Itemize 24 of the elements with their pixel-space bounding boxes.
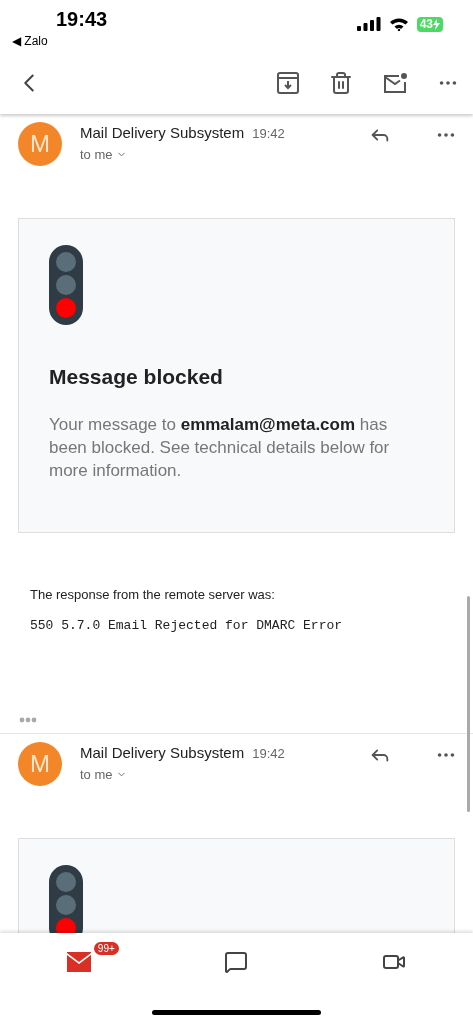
recipient-toggle[interactable]: to me (80, 147, 351, 162)
response-label: The response from the remote server was: (30, 587, 276, 602)
sender-name: Mail Delivery Subsystem (80, 124, 245, 141)
mail-icon (66, 952, 91, 972)
notice-title: Message blocked (49, 365, 224, 389)
wifi-icon (388, 17, 409, 31)
mail-unread-icon[interactable] (383, 72, 407, 94)
count-badge: 99+ (91, 940, 121, 957)
response-code: 550 5.7.0 Email Rejected for DMARC Error (30, 618, 344, 633)
message-time: 19:42 (252, 746, 285, 761)
recipient-toggle[interactable]: to me (80, 767, 351, 782)
back-to-app-link[interactable]: ◀ Zalo (12, 34, 108, 48)
notice-text: Your message to emmalam@meta.com has been blocked. See technical details below for more information. (49, 414, 391, 482)
signal-icon (356, 17, 381, 31)
status-time: 19:43 (56, 8, 108, 31)
avatar: M (18, 742, 62, 786)
chat-icon (224, 950, 249, 974)
battery-indicator: 43 (416, 16, 443, 32)
delete-icon[interactable] (329, 71, 353, 95)
expand-dots-icon[interactable] (19, 717, 37, 723)
archive-icon[interactable] (277, 72, 299, 94)
sender-name: Mail Delivery Subsystem (80, 744, 245, 761)
message-time: 19:42 (252, 126, 285, 141)
avatar: M (18, 122, 62, 166)
